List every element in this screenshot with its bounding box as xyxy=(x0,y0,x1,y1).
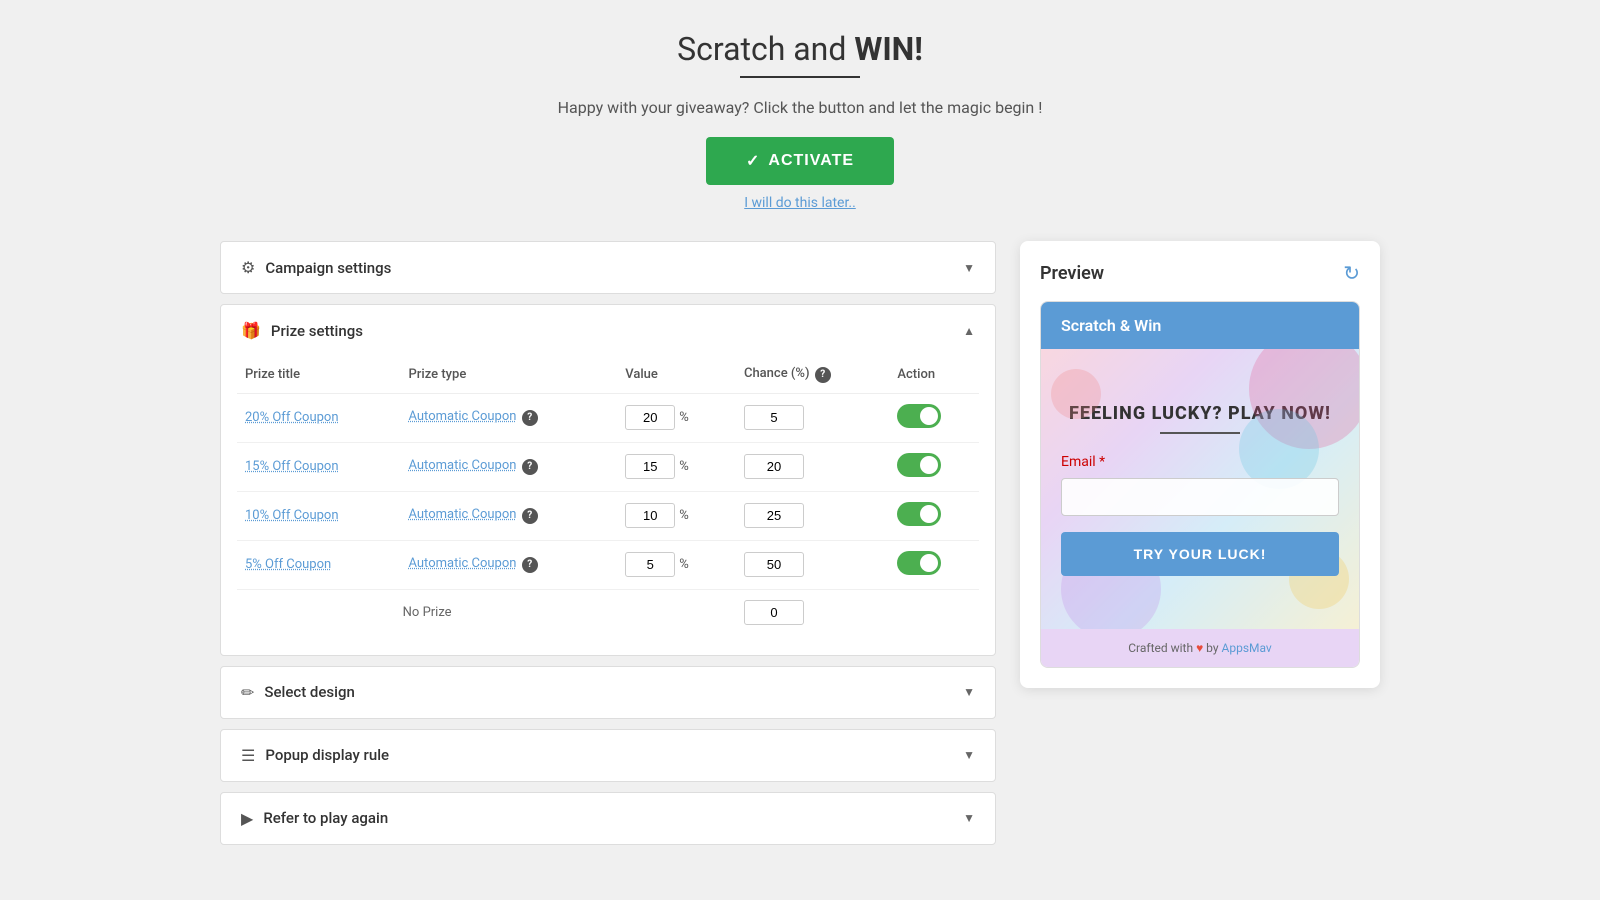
try-luck-button[interactable]: TRY YOUR LUCK! xyxy=(1061,532,1339,576)
select-design-chevron: ▼ xyxy=(963,685,975,699)
prize-value-4: % xyxy=(625,552,728,577)
popup-display-rule-header[interactable]: ☰ Popup display rule ▼ xyxy=(221,730,995,781)
value-input-1[interactable] xyxy=(625,405,675,430)
popup-display-rule-chevron: ▼ xyxy=(963,748,975,762)
email-label: Email * xyxy=(1061,454,1339,470)
no-prize-label: No Prize xyxy=(237,589,617,635)
col-prize-title: Prize title xyxy=(237,356,400,393)
toggle-1[interactable] xyxy=(897,404,941,428)
type-info-icon-2[interactable]: ? xyxy=(522,459,538,475)
scratch-card-title: Scratch & Win xyxy=(1061,316,1161,335)
page-title: Scratch and WIN! xyxy=(220,30,1380,68)
brand-link[interactable]: AppsMav xyxy=(1222,641,1272,655)
refer-to-play-label: Refer to play again xyxy=(263,809,388,827)
select-design-icon: ✏ xyxy=(241,683,254,702)
col-value: Value xyxy=(617,356,736,393)
select-design-label: Select design xyxy=(264,683,354,701)
heart-icon: ♥ xyxy=(1196,641,1203,655)
scratch-card-preview: Scratch & Win FEELING LUCKY? PLAY NOW! xyxy=(1040,301,1360,668)
type-info-icon-3[interactable]: ? xyxy=(522,508,538,524)
prize-title-link-1[interactable]: 20% Off Coupon xyxy=(245,410,339,425)
prize-type-link-2[interactable]: Automatic Coupon xyxy=(408,458,516,473)
table-row: 20% Off Coupon Automatic Coupon ? % xyxy=(237,393,979,442)
no-prize-row: No Prize xyxy=(237,589,979,635)
scratch-card-body: FEELING LUCKY? PLAY NOW! Email * TRY YOU… xyxy=(1041,349,1359,629)
type-info-icon-1[interactable]: ? xyxy=(522,410,538,426)
prize-settings-section: 🎁 Prize settings ▲ Prize title Prize typ… xyxy=(220,304,996,656)
chance-input-3[interactable] xyxy=(744,503,804,528)
type-info-icon-4[interactable]: ? xyxy=(522,557,538,573)
left-panel: ⚙ Campaign settings ▼ 🎁 Prize settings ▲ xyxy=(220,241,996,845)
preview-panel: Preview ↻ Scratch & Win FEELING xyxy=(1020,241,1380,688)
page-header: Scratch and WIN! Happy with your giveawa… xyxy=(220,30,1380,211)
col-action: Action xyxy=(889,356,979,393)
prize-value-1: % xyxy=(625,405,728,430)
card-divider xyxy=(1160,432,1240,434)
scratch-card-header: Scratch & Win xyxy=(1041,302,1359,349)
prize-value-2: % xyxy=(625,454,728,479)
table-row: 15% Off Coupon Automatic Coupon ? % xyxy=(237,442,979,491)
main-layout: ⚙ Campaign settings ▼ 🎁 Prize settings ▲ xyxy=(220,241,1380,845)
scratch-card-footer: Crafted with ♥ by AppsMav xyxy=(1041,629,1359,667)
value-input-4[interactable] xyxy=(625,552,675,577)
title-underline xyxy=(740,76,860,78)
select-design-section: ✏ Select design ▼ xyxy=(220,666,996,719)
preview-title: Preview xyxy=(1040,263,1104,284)
toggle-3[interactable] xyxy=(897,502,941,526)
campaign-settings-chevron: ▼ xyxy=(963,261,975,275)
refer-to-play-section: ▶ Refer to play again ▼ xyxy=(220,792,996,845)
col-prize-type: Prize type xyxy=(400,356,617,393)
col-chance: Chance (%) ? xyxy=(736,356,889,393)
refer-to-play-header[interactable]: ▶ Refer to play again ▼ xyxy=(221,793,995,844)
prize-type-link-4[interactable]: Automatic Coupon xyxy=(408,556,516,571)
prize-title-link-3[interactable]: 10% Off Coupon xyxy=(245,508,339,523)
chance-input-4[interactable] xyxy=(744,552,804,577)
chance-info-icon[interactable]: ? xyxy=(815,367,831,383)
popup-display-rule-section: ☰ Popup display rule ▼ xyxy=(220,729,996,782)
popup-display-rule-label: Popup display rule xyxy=(265,746,389,764)
card-heading: FEELING LUCKY? PLAY NOW! xyxy=(1069,403,1331,424)
value-input-3[interactable] xyxy=(625,503,675,528)
preview-header: Preview ↻ xyxy=(1040,261,1360,285)
refer-to-play-chevron: ▼ xyxy=(963,811,975,825)
page-wrapper: Scratch and WIN! Happy with your giveawa… xyxy=(200,0,1400,875)
prize-settings-header[interactable]: 🎁 Prize settings ▲ xyxy=(221,305,995,356)
popup-display-rule-icon: ☰ xyxy=(241,746,255,765)
refer-to-play-icon: ▶ xyxy=(241,809,253,828)
prize-settings-label: Prize settings xyxy=(271,322,363,340)
no-prize-chance-input[interactable] xyxy=(744,600,804,625)
toggle-4[interactable] xyxy=(897,551,941,575)
later-link[interactable]: I will do this later.. xyxy=(220,195,1380,211)
campaign-settings-icon: ⚙ xyxy=(241,258,255,277)
select-design-header[interactable]: ✏ Select design ▼ xyxy=(221,667,995,718)
prize-title-link-4[interactable]: 5% Off Coupon xyxy=(245,557,331,572)
refresh-icon[interactable]: ↻ xyxy=(1343,261,1360,285)
prize-type-link-3[interactable]: Automatic Coupon xyxy=(408,507,516,522)
table-row: 10% Off Coupon Automatic Coupon ? % xyxy=(237,491,979,540)
campaign-settings-header[interactable]: ⚙ Campaign settings ▼ xyxy=(221,242,995,293)
activate-button[interactable]: ✓ ACTIVATE xyxy=(706,137,894,185)
prize-value-3: % xyxy=(625,503,728,528)
value-input-2[interactable] xyxy=(625,454,675,479)
prize-table-wrapper: Prize title Prize type Value Chance (%) … xyxy=(221,356,995,655)
checkmark-icon: ✓ xyxy=(746,151,760,171)
campaign-settings-label: Campaign settings xyxy=(265,259,391,277)
prize-table: Prize title Prize type Value Chance (%) … xyxy=(237,356,979,635)
prize-type-link-1[interactable]: Automatic Coupon xyxy=(408,409,516,424)
table-row: 5% Off Coupon Automatic Coupon ? % xyxy=(237,540,979,589)
chance-input-2[interactable] xyxy=(744,454,804,479)
campaign-settings-section: ⚙ Campaign settings ▼ xyxy=(220,241,996,294)
email-input[interactable] xyxy=(1061,478,1339,516)
toggle-2[interactable] xyxy=(897,453,941,477)
prize-title-link-2[interactable]: 15% Off Coupon xyxy=(245,459,339,474)
chance-input-1[interactable] xyxy=(744,405,804,430)
prize-settings-icon: 🎁 xyxy=(241,321,261,340)
prize-settings-chevron: ▲ xyxy=(963,324,975,338)
page-subtitle: Happy with your giveaway? Click the butt… xyxy=(220,98,1380,117)
